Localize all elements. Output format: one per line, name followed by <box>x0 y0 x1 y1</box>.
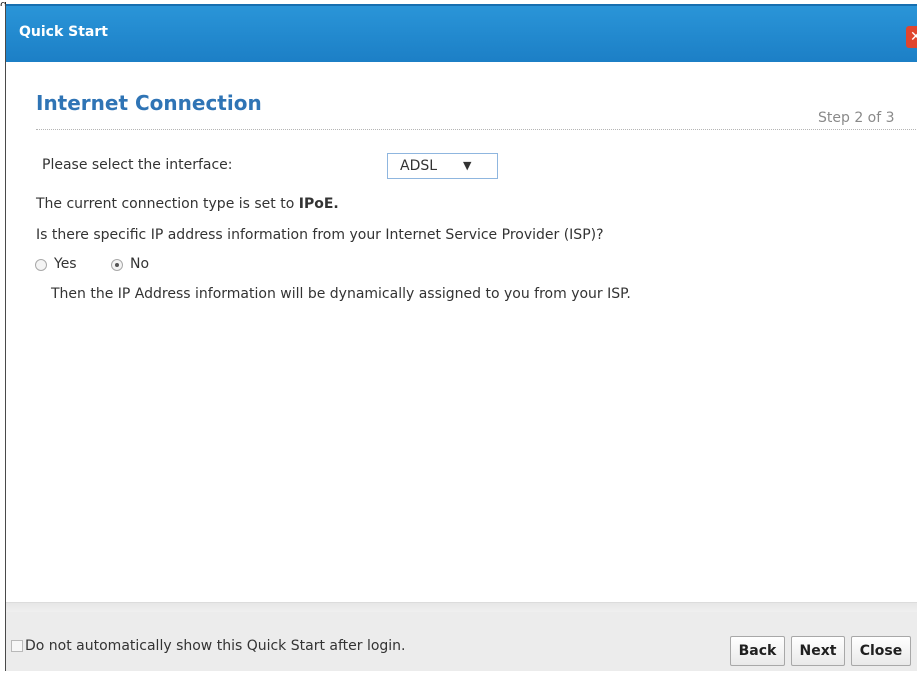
dialog-titlebar: Quick Start ✕ <box>6 4 917 62</box>
connection-type-text: The current connection type is set to IP… <box>36 196 339 212</box>
dont-show-checkbox[interactable] <box>11 640 23 652</box>
close-button[interactable]: Close <box>851 636 911 666</box>
back-button[interactable]: Back <box>730 636 785 666</box>
dialog-title: Quick Start <box>19 24 108 40</box>
dropdown-arrow-icon: ▼ <box>463 159 472 172</box>
quick-start-dialog: Quick Start ✕ Internet Connection Step 2… <box>5 4 917 671</box>
section-title: Internet Connection <box>36 91 262 115</box>
interface-select[interactable]: ADSL ▼ <box>387 153 498 179</box>
step-indicator: Step 2 of 3 <box>818 110 895 126</box>
radio-yes-label: Yes <box>54 256 77 272</box>
next-button[interactable]: Next <box>791 636 845 666</box>
title-divider <box>36 129 916 130</box>
dynamic-ip-info: Then the IP Address information will be … <box>51 286 631 302</box>
dont-show-label: Do not automatically show this Quick Sta… <box>25 638 406 654</box>
connection-type-value: IPoE. <box>298 196 339 212</box>
interface-label: Please select the interface: <box>42 157 233 173</box>
isp-question: Is there specific IP address information… <box>36 227 604 243</box>
radio-yes[interactable] <box>35 259 47 271</box>
radio-no[interactable] <box>111 259 123 271</box>
close-icon[interactable]: ✕ <box>906 26 917 48</box>
connection-type-prefix: The current connection type is set to <box>36 196 299 212</box>
interface-select-value: ADSL <box>400 158 438 174</box>
radio-no-label: No <box>130 256 150 272</box>
